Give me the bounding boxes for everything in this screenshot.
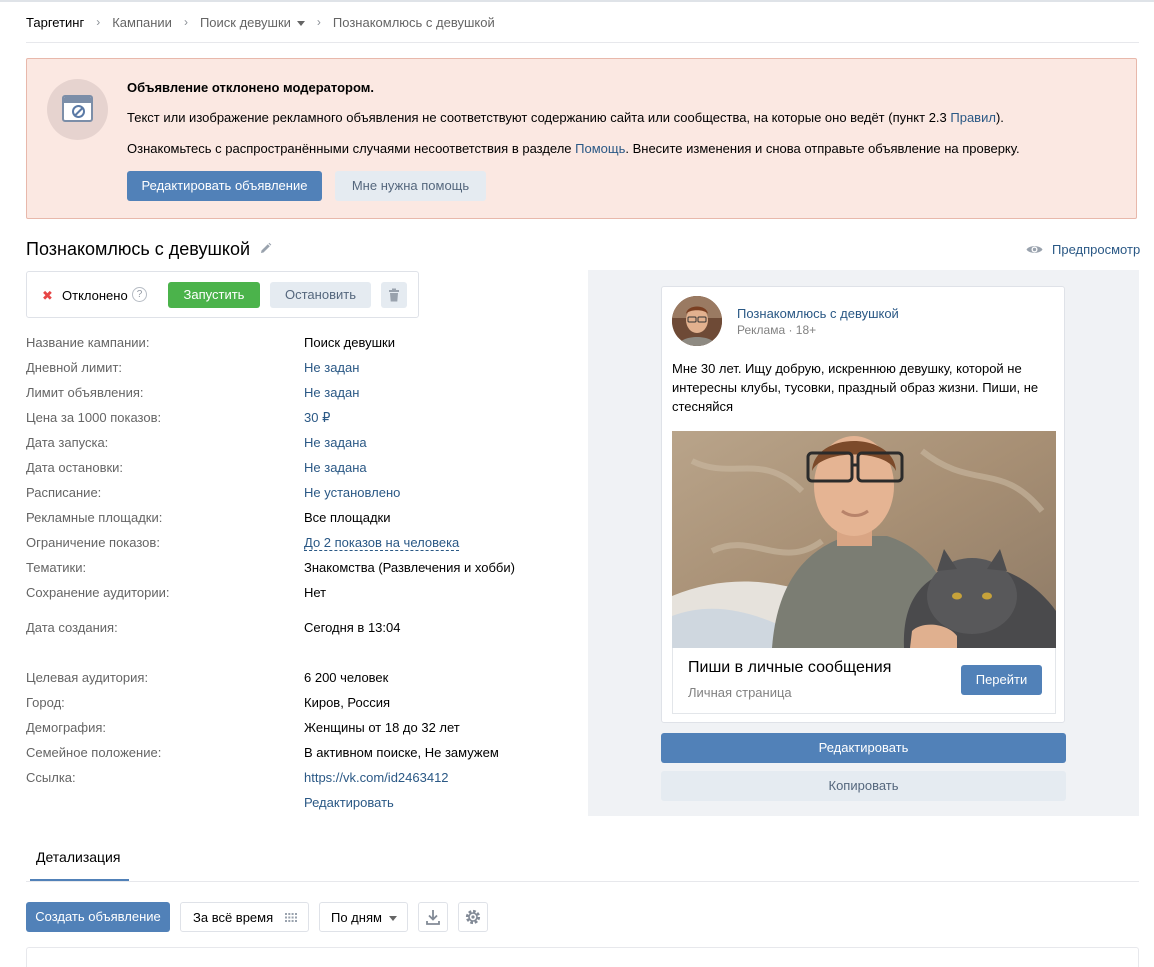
ad-preview-panel: Познакомлюсь с девушкой Реклама · 18+ Мн… (588, 270, 1139, 816)
edit-targeting-link[interactable]: Редактировать (304, 795, 394, 810)
breadcrumb-campaign[interactable]: Поиск девушки (200, 15, 305, 30)
detail-row: Тематики: Знакомства (Развлечения и хобби… (26, 560, 515, 575)
top-border (0, 0, 1154, 2)
detail-row: Ссылка: https://vk.com/id2463412 (26, 770, 449, 785)
detail-row: Демография: Женщины от 18 до 32 лет (26, 720, 460, 735)
edit-button[interactable]: Редактировать (661, 733, 1066, 763)
banned-page-icon (47, 79, 108, 140)
preview-author-name[interactable]: Познакомлюсь с девушкой (737, 306, 899, 321)
breadcrumb-targeting[interactable]: Таргетинг (26, 15, 84, 30)
preview-meta: Реклама · 18+ (737, 323, 817, 337)
calendar-grid-icon (285, 913, 297, 922)
detail-row: Ограничение показов: До 2 показов на чело… (26, 535, 460, 551)
ad-title: Познакомлюсь с девушкой (26, 239, 251, 259)
daily-limit-link[interactable]: Не задан (304, 360, 359, 375)
help-link[interactable]: Помощь (575, 141, 625, 156)
rejected-icon: ✖ (42, 288, 53, 303)
grouping-select[interactable]: По дням (319, 902, 408, 932)
alert-advice: Ознакомьтесь с распространёнными случаям… (127, 141, 1020, 156)
alert-reason: Текст или изображение рекламного объявле… (127, 110, 1004, 125)
preview-link[interactable]: Предпросмотр (1026, 242, 1140, 257)
gear-icon[interactable] (458, 902, 488, 932)
ad-image (672, 431, 1056, 648)
stop-button[interactable]: Остановить (270, 282, 371, 308)
breadcrumb-campaigns[interactable]: Кампании (112, 15, 172, 30)
preview-text: Мне 30 лет. Ищу добрую, искреннюю девушк… (672, 361, 1039, 414)
cta-subtitle: Личная страница (688, 685, 792, 700)
frequency-limit-link[interactable]: До 2 показов на человека (304, 535, 460, 551)
alert-title: Объявление отклонено модератором. (127, 80, 374, 95)
detail-row: Дневной лимит: Не задан (26, 360, 360, 375)
breadcrumb-current-ad: Познакомлюсь с девушкой (332, 14, 495, 30)
stop-date-link[interactable]: Не задана (304, 460, 367, 475)
create-ad-button[interactable]: Создать объявление (26, 902, 170, 932)
detail-row: Дата запуска: Не задана (26, 435, 367, 450)
detail-row: Город: Киров, Россия (26, 695, 391, 710)
avatar (672, 296, 722, 346)
detail-row: Редактировать (26, 795, 566, 813)
breadcrumb: Таргетинг › Кампании › Поиск девушки › П… (26, 13, 495, 31)
breadcrumb-separator-icon: › (96, 15, 101, 29)
price-link[interactable]: 30 ₽ (304, 410, 330, 426)
eye-icon (1026, 246, 1043, 253)
target-url-link[interactable]: https://vk.com/id2463412 (304, 770, 449, 785)
copy-button[interactable]: Копировать (661, 771, 1066, 801)
period-select[interactable]: За всё время (180, 902, 309, 932)
ad-status-bar: ✖ Отклонено ? Запустить Остановить (26, 271, 419, 318)
download-icon[interactable] (418, 902, 448, 932)
rules-link[interactable]: Правил (950, 110, 996, 125)
divider (26, 881, 1139, 882)
tab-details[interactable]: Детализация (36, 849, 120, 865)
detail-row: Цена за 1000 показов: 30 ₽ (26, 410, 331, 426)
detail-row: Расписание: Не установлено (26, 485, 401, 500)
breadcrumb-separator-icon: › (183, 15, 188, 29)
detail-row: Рекламные площадки: Все площадки (26, 510, 391, 525)
run-button[interactable]: Запустить (168, 282, 260, 308)
rejection-alert: Объявление отклонено модератором. Текст … (26, 58, 1137, 219)
cta-block: Пиши в личные сообщения Личная страница … (672, 648, 1056, 714)
edit-ad-button[interactable]: Редактировать объявление (127, 171, 322, 201)
cta-title: Пиши в личные сообщения (688, 659, 892, 676)
detail-row: Сохранение аудитории: Нет (26, 585, 327, 600)
status-label: Отклонено (62, 288, 128, 303)
need-help-button[interactable]: Мне нужна помощь (335, 171, 486, 201)
detail-row: Семейное положение: В активном поиске, Не… (26, 745, 499, 760)
start-date-link[interactable]: Не задана (304, 435, 367, 450)
chevron-down-icon (389, 916, 397, 921)
ad-preview-card: Познакомлюсь с девушкой Реклама · 18+ Мн… (661, 286, 1065, 723)
schedule-link[interactable]: Не установлено (304, 485, 400, 500)
detail-row: Название кампании: Поиск девушки (26, 335, 395, 350)
divider (26, 42, 1139, 43)
chevron-down-icon (296, 20, 305, 26)
detail-row: Дата создания: Сегодня в 13:04 (26, 620, 401, 635)
detail-row: Целевая аудитория: 6 200 человек (26, 670, 389, 685)
go-button[interactable]: Перейти (961, 665, 1042, 695)
trash-icon[interactable] (381, 282, 407, 308)
stats-table (26, 947, 1139, 967)
question-icon[interactable]: ? (132, 287, 147, 302)
detail-row: Дата остановки: Не задана (26, 460, 367, 475)
ad-limit-link[interactable]: Не задан (304, 385, 359, 400)
breadcrumb-separator-icon: › (316, 15, 321, 29)
detail-row: Лимит объявления: Не задан (26, 385, 360, 400)
pencil-icon[interactable] (259, 242, 272, 255)
